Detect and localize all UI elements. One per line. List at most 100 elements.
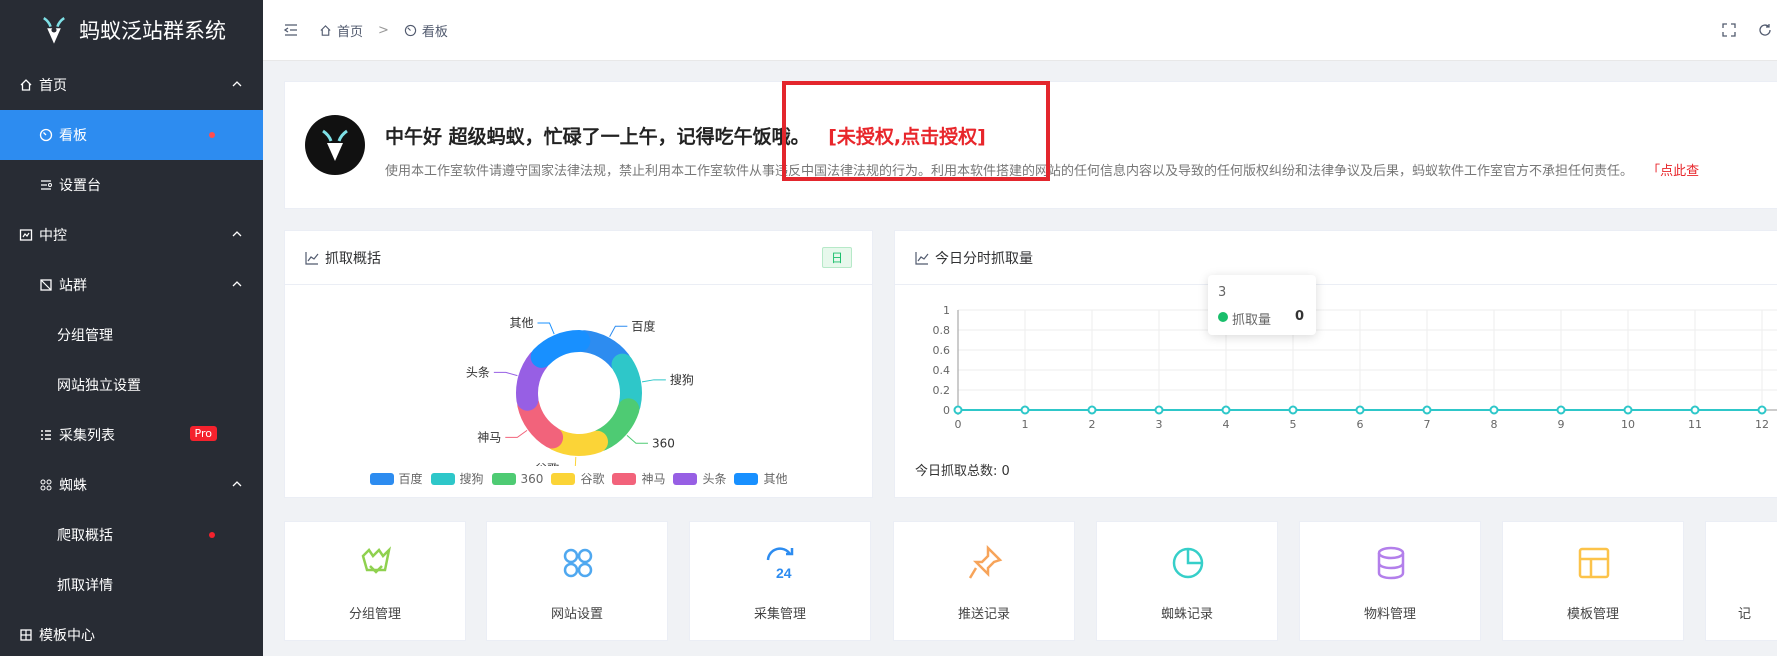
y-tick-label: 0.6 — [933, 344, 951, 357]
pie-label: 神马 — [477, 430, 501, 444]
quick-link-0[interactable]: 分组管理 — [284, 521, 466, 641]
quick-link-6[interactable]: 模板管理 — [1502, 521, 1684, 641]
sidebar-item-4[interactable]: 站群 — [0, 260, 263, 310]
today-grab-title: 今日分时抓取量 — [935, 250, 1033, 267]
quick-link-label: 物料管理 — [1363, 607, 1416, 622]
breadcrumb-dashboard[interactable]: 看板 — [404, 21, 448, 40]
line-chart-icon — [305, 251, 319, 265]
legend-swatch — [551, 472, 576, 485]
sidebar-item-10[interactable]: 抓取详情 — [0, 560, 263, 610]
sidebar-item-label: 爬取概括 — [57, 528, 113, 544]
data-point[interactable] — [1690, 405, 1700, 415]
legend-item[interactable]: 其他 — [734, 470, 788, 487]
chevron-up-icon — [232, 231, 242, 237]
legend-item[interactable]: 头条 — [673, 470, 726, 487]
legend-item[interactable]: 神马 — [612, 470, 665, 487]
legend-item[interactable]: 百度 — [369, 470, 423, 487]
header-actions — [1721, 22, 1777, 38]
database-icon — [1377, 546, 1405, 580]
quick-link-7[interactable]: 记 — [1705, 521, 1777, 641]
x-tick-label: 4 — [1223, 418, 1230, 431]
sidebar-item-label: 采集列表 — [59, 428, 115, 444]
quick-link-3[interactable]: 推送记录 — [893, 521, 1075, 641]
data-point[interactable] — [1355, 405, 1365, 415]
grab-overview-header: 抓取概括 日 — [285, 231, 872, 285]
dashboard-icon — [37, 128, 55, 142]
pie-label: 谷歌 — [535, 461, 559, 466]
period-tag[interactable]: 日 — [821, 247, 852, 268]
legend-item[interactable]: 搜狗 — [430, 470, 484, 487]
pie-slice[interactable] — [530, 330, 591, 368]
sidebar-item-label: 网站独立设置 — [57, 378, 141, 394]
legend-label: 360 — [520, 471, 544, 486]
refresh-icon[interactable] — [1757, 22, 1773, 38]
home-icon — [320, 24, 331, 36]
pie-legend: 百度 搜狗 360 谷歌 神马 头条 其他 — [285, 470, 872, 487]
data-point[interactable] — [1422, 405, 1432, 415]
y-tick-label: 0.4 — [933, 364, 951, 377]
sidebar-item-7[interactable]: 采集列表 Pro — [0, 410, 263, 460]
data-point[interactable] — [1288, 405, 1298, 415]
quick-link-2[interactable]: 24 采集管理 — [689, 521, 871, 641]
x-tick-label: 10 — [1621, 418, 1635, 431]
data-point[interactable] — [1020, 405, 1030, 415]
sidebar-item-label: 设置台 — [59, 178, 101, 194]
data-point[interactable] — [1221, 405, 1231, 415]
data-point[interactable] — [1757, 405, 1767, 415]
pro-badge: Pro — [189, 426, 217, 441]
sidebar-item-9[interactable]: 爬取概括 — [0, 510, 263, 560]
sidebar-item-label: 抓取详情 — [57, 578, 113, 594]
data-point[interactable] — [1087, 405, 1097, 415]
legal-notice-link[interactable]: 「点此查 — [1647, 164, 1699, 179]
template-icon — [17, 628, 35, 642]
sidebar-item-2[interactable]: 设置台 — [0, 160, 263, 210]
legend-label: 其他 — [763, 472, 788, 486]
quick-link-1[interactable]: 网站设置 — [486, 521, 668, 641]
sidebar-item-3[interactable]: 中控 — [0, 210, 263, 260]
quick-link-5[interactable]: 物料管理 — [1299, 521, 1481, 641]
sidebar-item-11[interactable]: 模板中心 — [0, 610, 263, 656]
legend-item[interactable]: 谷歌 — [551, 470, 604, 487]
data-point[interactable] — [1623, 405, 1633, 415]
legend-swatch — [673, 472, 698, 485]
collapse-sidebar-icon[interactable] — [283, 22, 299, 38]
breadcrumb-home[interactable]: 首页 — [319, 21, 363, 40]
pie-label: 百度 — [631, 318, 655, 333]
top-header: 首页 > 看板 — [263, 0, 1777, 61]
legend-swatch — [612, 472, 637, 485]
grab-pie-chart: 百度搜狗 360 谷歌 神马 头条 其他 — [466, 316, 694, 466]
sidebar-item-8[interactable]: 蜘蛛 — [0, 460, 263, 510]
grab-overview-title: 抓取概括 — [325, 250, 381, 267]
app-logo[interactable]: 蚂蚁泛站群系统 — [0, 0, 263, 60]
legend-item[interactable]: 360 — [491, 470, 544, 487]
sidebar-item-6[interactable]: 网站独立设置 — [0, 360, 263, 410]
fullscreen-icon[interactable] — [1721, 22, 1737, 38]
legend-swatch — [369, 472, 394, 485]
tooltip-series: 抓取量 — [1232, 313, 1272, 328]
legend-label: 神马 — [641, 472, 666, 486]
x-tick-label: 11 — [1688, 418, 1702, 431]
app-title: 蚂蚁泛站群系统 — [79, 19, 226, 43]
quick-link-label: 分组管理 — [348, 607, 401, 622]
sidebar: 蚂蚁泛站群系统 首页看板设置台中控 站群 分组管理网站独立设置 采集列表 Pro 蜘蛛爬取… — [0, 0, 263, 656]
legend-swatch — [734, 472, 759, 485]
data-point[interactable] — [1489, 405, 1499, 415]
notification-dot — [209, 132, 215, 138]
chart-tooltip: 3 抓取量 0 — [1208, 275, 1316, 335]
ant-logo-icon — [43, 17, 65, 44]
data-point[interactable] — [1154, 405, 1164, 415]
x-tick-label: 2 — [1089, 418, 1096, 431]
sidebar-item-1[interactable]: 看板 — [0, 110, 263, 160]
today-total: 今日抓取总数: 0 — [915, 464, 1010, 479]
data-point[interactable] — [1556, 405, 1566, 415]
quick-link-label: 推送记录 — [957, 607, 1010, 622]
sidebar-item-5[interactable]: 分组管理 — [0, 310, 263, 360]
sidebar-item-0[interactable]: 首页 — [0, 60, 263, 110]
quick-link-4[interactable]: 蜘蛛记录 — [1096, 521, 1278, 641]
data-point[interactable] — [953, 405, 963, 415]
tooltip-x: 3 — [1218, 285, 1227, 300]
quick-link-label: 采集管理 — [753, 607, 806, 622]
breadcrumb-separator: > — [378, 22, 389, 38]
sidebar-item-label: 首页 — [39, 78, 67, 94]
dashboard-icon — [404, 24, 417, 36]
